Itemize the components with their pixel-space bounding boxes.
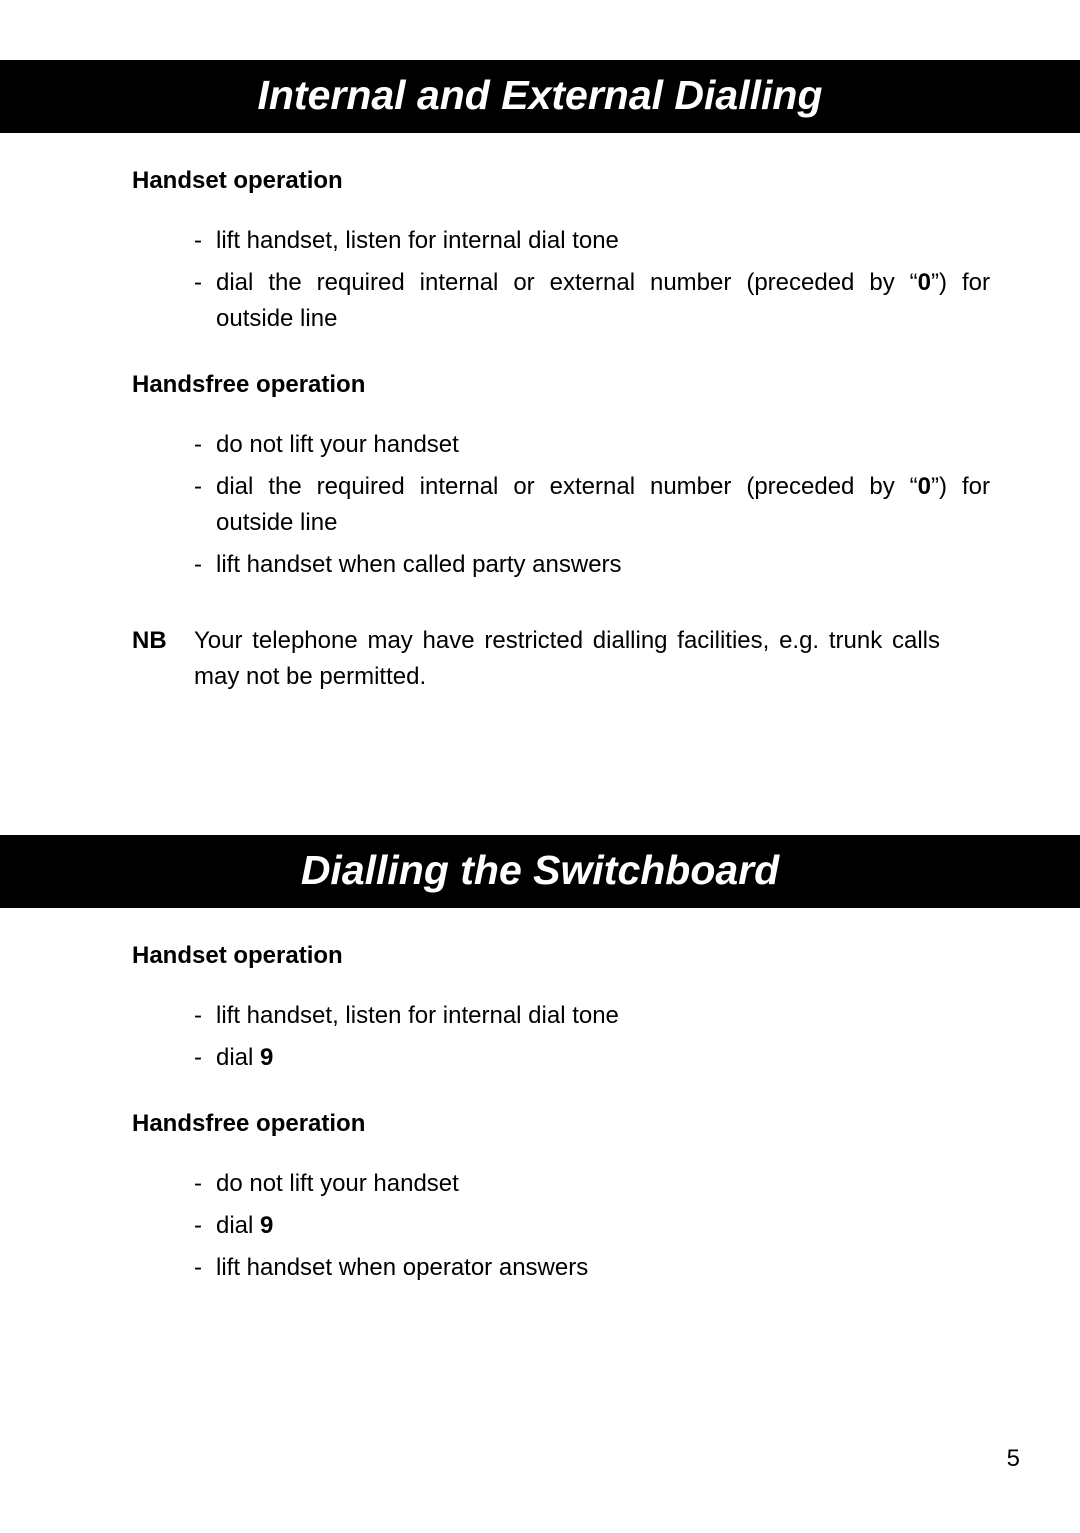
bullet-text: lift handset when operator answers bbox=[216, 1250, 990, 1286]
subheading-handset-2: Handset operation bbox=[132, 942, 990, 970]
bullet-text: dial 9 bbox=[216, 1040, 990, 1076]
list-item: - lift handset, listen for internal dial… bbox=[194, 223, 990, 259]
section-title-2: Dialling the Switchboard bbox=[0, 835, 1080, 908]
section-gap bbox=[40, 695, 1040, 835]
bullet-text: lift handset, listen for internal dial t… bbox=[216, 223, 990, 259]
bold-digit: 9 bbox=[260, 1044, 273, 1071]
bullet-list: - lift handset, listen for internal dial… bbox=[132, 223, 990, 337]
section-title-1: Internal and External Dialling bbox=[0, 60, 1080, 133]
nb-note: NB Your telephone may have restricted di… bbox=[132, 623, 990, 695]
list-item: - do not lift your handset bbox=[194, 1166, 990, 1202]
section-2-content: Handset operation - lift handset, listen… bbox=[40, 942, 1040, 1286]
list-item: - lift handset when operator answers bbox=[194, 1250, 990, 1286]
bullet-dash: - bbox=[194, 1208, 216, 1244]
subheading-handsfree-1: Handsfree operation bbox=[132, 371, 990, 399]
list-item: - lift handset, listen for internal dial… bbox=[194, 998, 990, 1034]
bullet-text: lift handset, listen for internal dial t… bbox=[216, 998, 990, 1034]
bullet-dash: - bbox=[194, 265, 216, 337]
bullet-text: do not lift your handset bbox=[216, 427, 990, 463]
subheading-handset-1: Handset operation bbox=[132, 167, 990, 195]
bullet-text: lift handset when called party answers bbox=[216, 547, 990, 583]
list-item: - lift handset when called party answers bbox=[194, 547, 990, 583]
bold-digit: 9 bbox=[260, 1212, 273, 1239]
bullet-list: - do not lift your handset - dial 9 - li… bbox=[132, 1166, 990, 1286]
bullet-dash: - bbox=[194, 469, 216, 541]
page-number: 5 bbox=[1007, 1445, 1020, 1473]
bullet-dash: - bbox=[194, 1040, 216, 1076]
bullet-text: dial the required internal or external n… bbox=[216, 469, 990, 541]
section-1-content: Handset operation - lift handset, listen… bbox=[40, 167, 1040, 695]
bold-digit: 0 bbox=[918, 269, 931, 296]
bullet-list: - lift handset, listen for internal dial… bbox=[132, 998, 990, 1076]
list-item: - dial 9 bbox=[194, 1040, 990, 1076]
nb-text: Your telephone may have restricted diall… bbox=[194, 623, 940, 695]
list-item: - dial 9 bbox=[194, 1208, 990, 1244]
bullet-list: - do not lift your handset - dial the re… bbox=[132, 427, 990, 583]
list-item: - do not lift your handset bbox=[194, 427, 990, 463]
bullet-dash: - bbox=[194, 547, 216, 583]
bullet-dash: - bbox=[194, 998, 216, 1034]
bullet-dash: - bbox=[194, 427, 216, 463]
nb-label: NB bbox=[132, 623, 194, 695]
bullet-dash: - bbox=[194, 223, 216, 259]
list-item: - dial the required internal or external… bbox=[194, 469, 990, 541]
document-page: Internal and External Dialling Handset o… bbox=[0, 0, 1080, 1332]
bold-digit: 0 bbox=[918, 473, 931, 500]
bullet-dash: - bbox=[194, 1250, 216, 1286]
bullet-dash: - bbox=[194, 1166, 216, 1202]
list-item: - dial the required internal or external… bbox=[194, 265, 990, 337]
subheading-handsfree-2: Handsfree operation bbox=[132, 1110, 990, 1138]
bullet-text: dial the required internal or external n… bbox=[216, 265, 990, 337]
bullet-text: dial 9 bbox=[216, 1208, 990, 1244]
bullet-text: do not lift your handset bbox=[216, 1166, 990, 1202]
